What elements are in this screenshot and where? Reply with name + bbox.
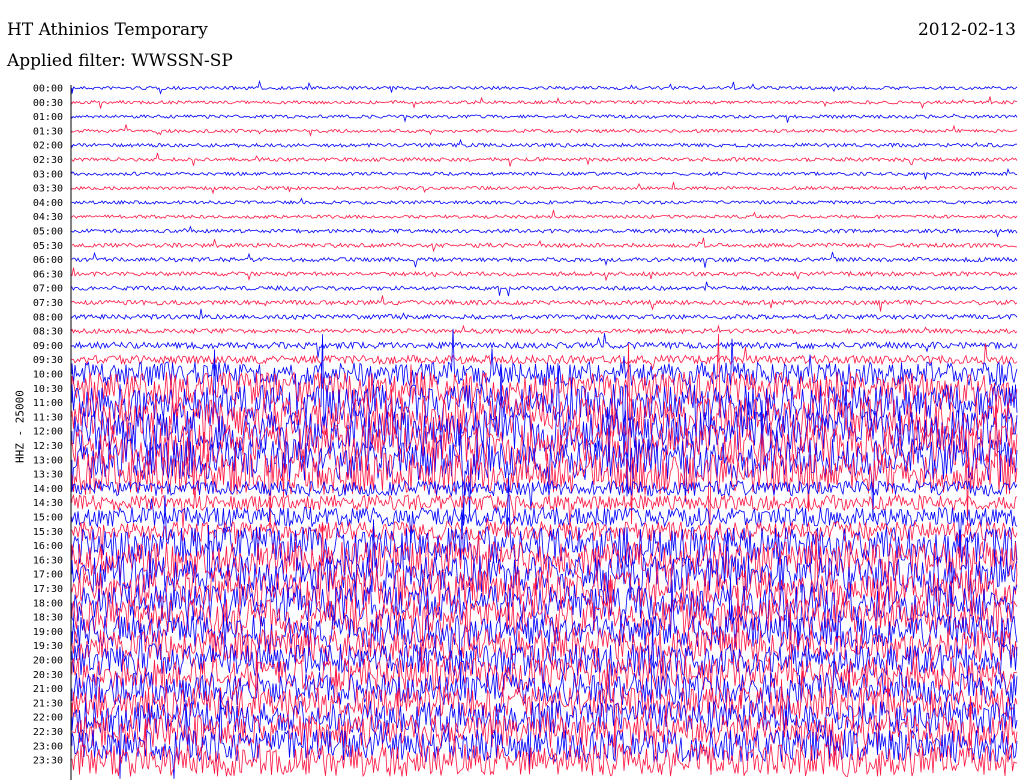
row-time-label: 06:00 [33, 255, 63, 266]
row-time-label: 11:00 [33, 398, 63, 409]
row-time-label: 04:00 [33, 198, 63, 209]
trace-row [71, 96, 1018, 109]
trace-row [71, 167, 1018, 180]
row-time-label: 11:30 [33, 412, 63, 423]
row-time-label: 20:30 [33, 670, 63, 681]
row-time-label: 03:00 [33, 169, 63, 180]
row-time-label: 09:30 [33, 355, 63, 366]
row-time-label: 10:00 [33, 370, 63, 381]
row-time-label: 12:30 [33, 441, 63, 452]
trace-row [71, 113, 1018, 123]
trace-row [71, 237, 1018, 253]
row-time-label: 05:30 [33, 241, 63, 252]
row-time-label: 08:00 [33, 312, 63, 323]
row-time-label: 15:00 [33, 513, 63, 524]
row-time-label: 08:30 [33, 327, 63, 338]
trace-row [71, 487, 1018, 529]
trace-row [71, 210, 1018, 220]
trace-row [71, 333, 1018, 358]
row-time-label: 00:30 [33, 98, 63, 109]
trace-row [71, 479, 1018, 511]
row-time-label: 09:00 [33, 341, 63, 352]
row-time-label: 07:30 [33, 298, 63, 309]
row-time-label: 10:30 [33, 384, 63, 395]
trace-row [71, 324, 1018, 335]
row-time-label: 01:30 [33, 126, 63, 137]
row-time-label: 04:30 [33, 212, 63, 223]
row-time-label: 21:00 [33, 684, 63, 695]
trace-row [71, 295, 1018, 312]
trace-row [71, 281, 1018, 297]
row-time-label: 02:30 [33, 155, 63, 166]
row-time-label: 16:30 [33, 555, 63, 566]
row-time-label: 22:00 [33, 713, 63, 724]
row-time-label: 14:00 [33, 484, 63, 495]
row-time-label: 02:00 [33, 141, 63, 152]
row-time-label: 05:00 [33, 227, 63, 238]
row-time-label: 01:00 [33, 112, 63, 123]
trace-row [71, 138, 1018, 149]
row-time-label: 14:30 [33, 498, 63, 509]
row-time-label: 13:00 [33, 455, 63, 466]
row-time-label: 18:30 [33, 613, 63, 624]
row-time-label: 21:30 [33, 698, 63, 709]
row-time-label: 07:00 [33, 284, 63, 295]
row-time-label: 03:30 [33, 184, 63, 195]
row-time-label: 17:30 [33, 584, 63, 595]
trace-row [71, 308, 1018, 321]
trace-row [71, 267, 1018, 282]
row-time-label: 16:00 [33, 541, 63, 552]
trace-row [71, 225, 1018, 238]
row-time-label: 19:00 [33, 627, 63, 638]
row-time-label: 06:30 [33, 269, 63, 280]
row-time-label: 23:00 [33, 741, 63, 752]
row-time-label: 15:30 [33, 527, 63, 538]
trace-row [71, 575, 1018, 673]
row-time-label: 13:30 [33, 470, 63, 481]
trace-row [71, 79, 1018, 95]
row-time-label: 22:30 [33, 727, 63, 738]
row-time-label: 00:00 [33, 84, 63, 95]
trace-row [71, 197, 1018, 205]
trace-row [71, 152, 1018, 167]
row-time-label: 19:30 [33, 641, 63, 652]
row-time-label: 18:00 [33, 598, 63, 609]
row-time-label: 20:00 [33, 656, 63, 667]
row-time-label: 12:00 [33, 427, 63, 438]
trace-row [71, 124, 1018, 137]
trace-row [71, 182, 1018, 195]
trace-row [71, 251, 1018, 268]
row-time-label: 23:30 [33, 756, 63, 767]
row-time-label: 17:00 [33, 570, 63, 581]
seismogram-plot: 00:00 00:30 01:00 01:30 02:00 02:30 03:00 03:30… [33, 79, 1018, 780]
